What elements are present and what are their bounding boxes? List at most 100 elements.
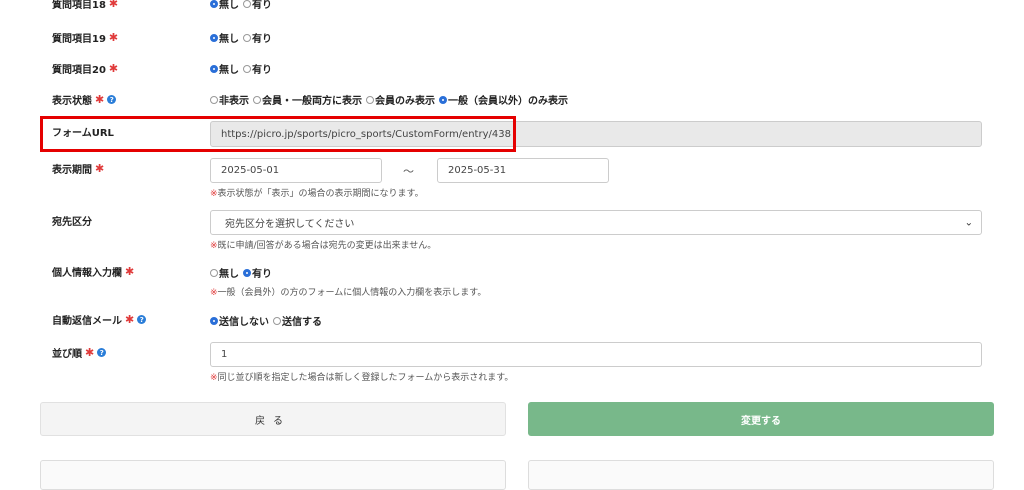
destination-select-value: 宛先区分を選択してください (225, 219, 355, 230)
radio-selected[interactable] (210, 316, 218, 325)
required-mark: ✱ (85, 346, 95, 359)
period-end-value: 2025-05-31 (448, 165, 507, 176)
required-mark: ✱ (125, 265, 135, 278)
help-icon[interactable]: ? (137, 315, 147, 324)
radio-unselected[interactable] (210, 95, 218, 104)
period-separator: ～ (403, 165, 414, 178)
option-label: 無し (219, 65, 239, 76)
personal-info-note: ※一般（会員外）の方のフォームに個人情報の入力欄を表示します。 (210, 285, 486, 298)
personal-info-option-yes[interactable]: 有り (243, 265, 272, 280)
question-18-label: 質問項目18 ✱ (52, 0, 118, 11)
help-icon[interactable]: ? (107, 95, 117, 104)
question-20-option-yes[interactable]: 有り (243, 61, 272, 76)
display-state-option-both[interactable]: 会員・一般両方に表示 (253, 92, 362, 107)
option-label: 一般（会員以外）のみ表示 (448, 96, 568, 107)
option-label: 有り (252, 34, 272, 45)
option-label: 有り (252, 65, 272, 76)
personal-info-radio-group: 無し 有り (210, 265, 276, 280)
save-button[interactable]: 変更する (528, 402, 994, 436)
radio-unselected[interactable] (273, 316, 281, 325)
period-end-input[interactable]: 2025-05-31 (437, 158, 609, 183)
radio-unselected[interactable] (253, 95, 261, 104)
display-state-radio-group: 非表示 会員・一般両方に表示 会員のみ表示 一般（会員以外）のみ表示 (210, 92, 572, 107)
option-label: 無し (219, 269, 239, 280)
sort-order-label-text: 並び順 (52, 349, 82, 360)
back-button[interactable]: 戻る (40, 402, 506, 436)
personal-info-note-text: 一般（会員外）の方のフォームに個人情報の入力欄を表示します。 (217, 288, 487, 298)
destination-note: ※既に申請/回答がある場合は宛先の変更は出来ません。 (210, 238, 436, 251)
radio-unselected[interactable] (243, 33, 251, 42)
option-label: 有り (252, 269, 272, 280)
sort-order-label: 並び順 ✱ ? (52, 345, 107, 360)
auto-reply-label: 自動返信メール ✱ ? (52, 312, 147, 327)
option-label: 有り (252, 0, 272, 11)
display-state-option-hidden[interactable]: 非表示 (210, 92, 249, 107)
note-mark: ※ (210, 288, 218, 298)
personal-info-option-none[interactable]: 無し (210, 265, 239, 280)
radio-selected[interactable] (210, 0, 218, 8)
highlight-box (40, 116, 516, 152)
destination-select[interactable]: 宛先区分を選択してください ⌄ (210, 210, 982, 235)
period-start-input[interactable]: 2025-05-01 (210, 158, 382, 183)
note-mark: ※ (210, 241, 218, 251)
period-label: 表示期間 ✱ (52, 161, 104, 176)
question-18-option-none[interactable]: 無し (210, 0, 239, 11)
period-start-value: 2025-05-01 (221, 165, 280, 176)
auto-reply-option-yes[interactable]: 送信する (273, 313, 322, 328)
sort-order-value: 1 (221, 349, 228, 360)
destination-label: 宛先区分 (52, 213, 92, 228)
question-18-label-text: 質問項目18 (52, 0, 106, 11)
display-state-option-public[interactable]: 一般（会員以外）のみ表示 (439, 92, 568, 107)
radio-selected[interactable] (210, 64, 218, 73)
bottom-panel-left (40, 460, 506, 490)
radio-unselected[interactable] (243, 0, 251, 8)
sort-order-input[interactable]: 1 (210, 342, 982, 367)
required-mark: ✱ (95, 93, 105, 106)
option-label: 非表示 (219, 96, 249, 107)
required-mark: ✱ (95, 162, 105, 175)
question-19-label: 質問項目19 ✱ (52, 30, 118, 45)
display-state-label: 表示状態 ✱ ? (52, 92, 117, 107)
required-mark: ✱ (108, 0, 119, 10)
required-mark: ✱ (108, 62, 119, 75)
period-note-text: 表示状態が「表示」の場合の表示期間になります。 (217, 189, 424, 199)
option-label: 送信する (282, 317, 322, 328)
destination-label-text: 宛先区分 (52, 217, 92, 228)
bottom-panel-right (528, 460, 994, 490)
auto-reply-option-no[interactable]: 送信しない (210, 313, 269, 328)
auto-reply-radio-group: 送信しない 送信する (210, 313, 326, 328)
question-20-label: 質問項目20 ✱ (52, 61, 118, 76)
question-18-radio-group: 無し 有り (210, 0, 276, 11)
radio-unselected[interactable] (366, 95, 374, 104)
question-19-radio-group: 無し 有り (210, 30, 276, 45)
radio-selected[interactable] (210, 33, 218, 42)
question-18-option-yes[interactable]: 有り (243, 0, 272, 11)
option-label: 送信しない (219, 317, 269, 328)
note-mark: ※ (210, 189, 218, 199)
radio-selected[interactable] (439, 95, 447, 104)
display-state-label-text: 表示状態 (52, 96, 92, 107)
question-19-label-text: 質問項目19 (52, 34, 106, 45)
auto-reply-label-text: 自動返信メール (52, 316, 122, 327)
option-label: 無し (219, 0, 239, 11)
note-mark: ※ (210, 373, 218, 383)
radio-selected[interactable] (243, 268, 251, 277)
option-label: 会員のみ表示 (375, 96, 435, 107)
help-icon[interactable]: ? (97, 348, 107, 357)
sort-order-note-text: 同じ並び順を指定した場合は新しく登録したフォームから表示されます。 (217, 373, 514, 383)
personal-info-label: 個人情報入力欄 ✱ (52, 264, 134, 279)
option-label: 無し (219, 34, 239, 45)
sort-order-note: ※同じ並び順を指定した場合は新しく登録したフォームから表示されます。 (210, 370, 513, 383)
option-label: 会員・一般両方に表示 (262, 96, 362, 107)
question-20-option-none[interactable]: 無し (210, 61, 239, 76)
period-note: ※表示状態が「表示」の場合の表示期間になります。 (210, 186, 424, 199)
personal-info-label-text: 個人情報入力欄 (52, 268, 122, 279)
radio-unselected[interactable] (210, 268, 218, 277)
required-mark: ✱ (108, 31, 119, 44)
radio-unselected[interactable] (243, 64, 251, 73)
question-19-option-none[interactable]: 無し (210, 30, 239, 45)
destination-note-text: 既に申請/回答がある場合は宛先の変更は出来ません。 (217, 241, 437, 251)
question-20-label-text: 質問項目20 (52, 65, 106, 76)
display-state-option-members[interactable]: 会員のみ表示 (366, 92, 435, 107)
question-19-option-yes[interactable]: 有り (243, 30, 272, 45)
